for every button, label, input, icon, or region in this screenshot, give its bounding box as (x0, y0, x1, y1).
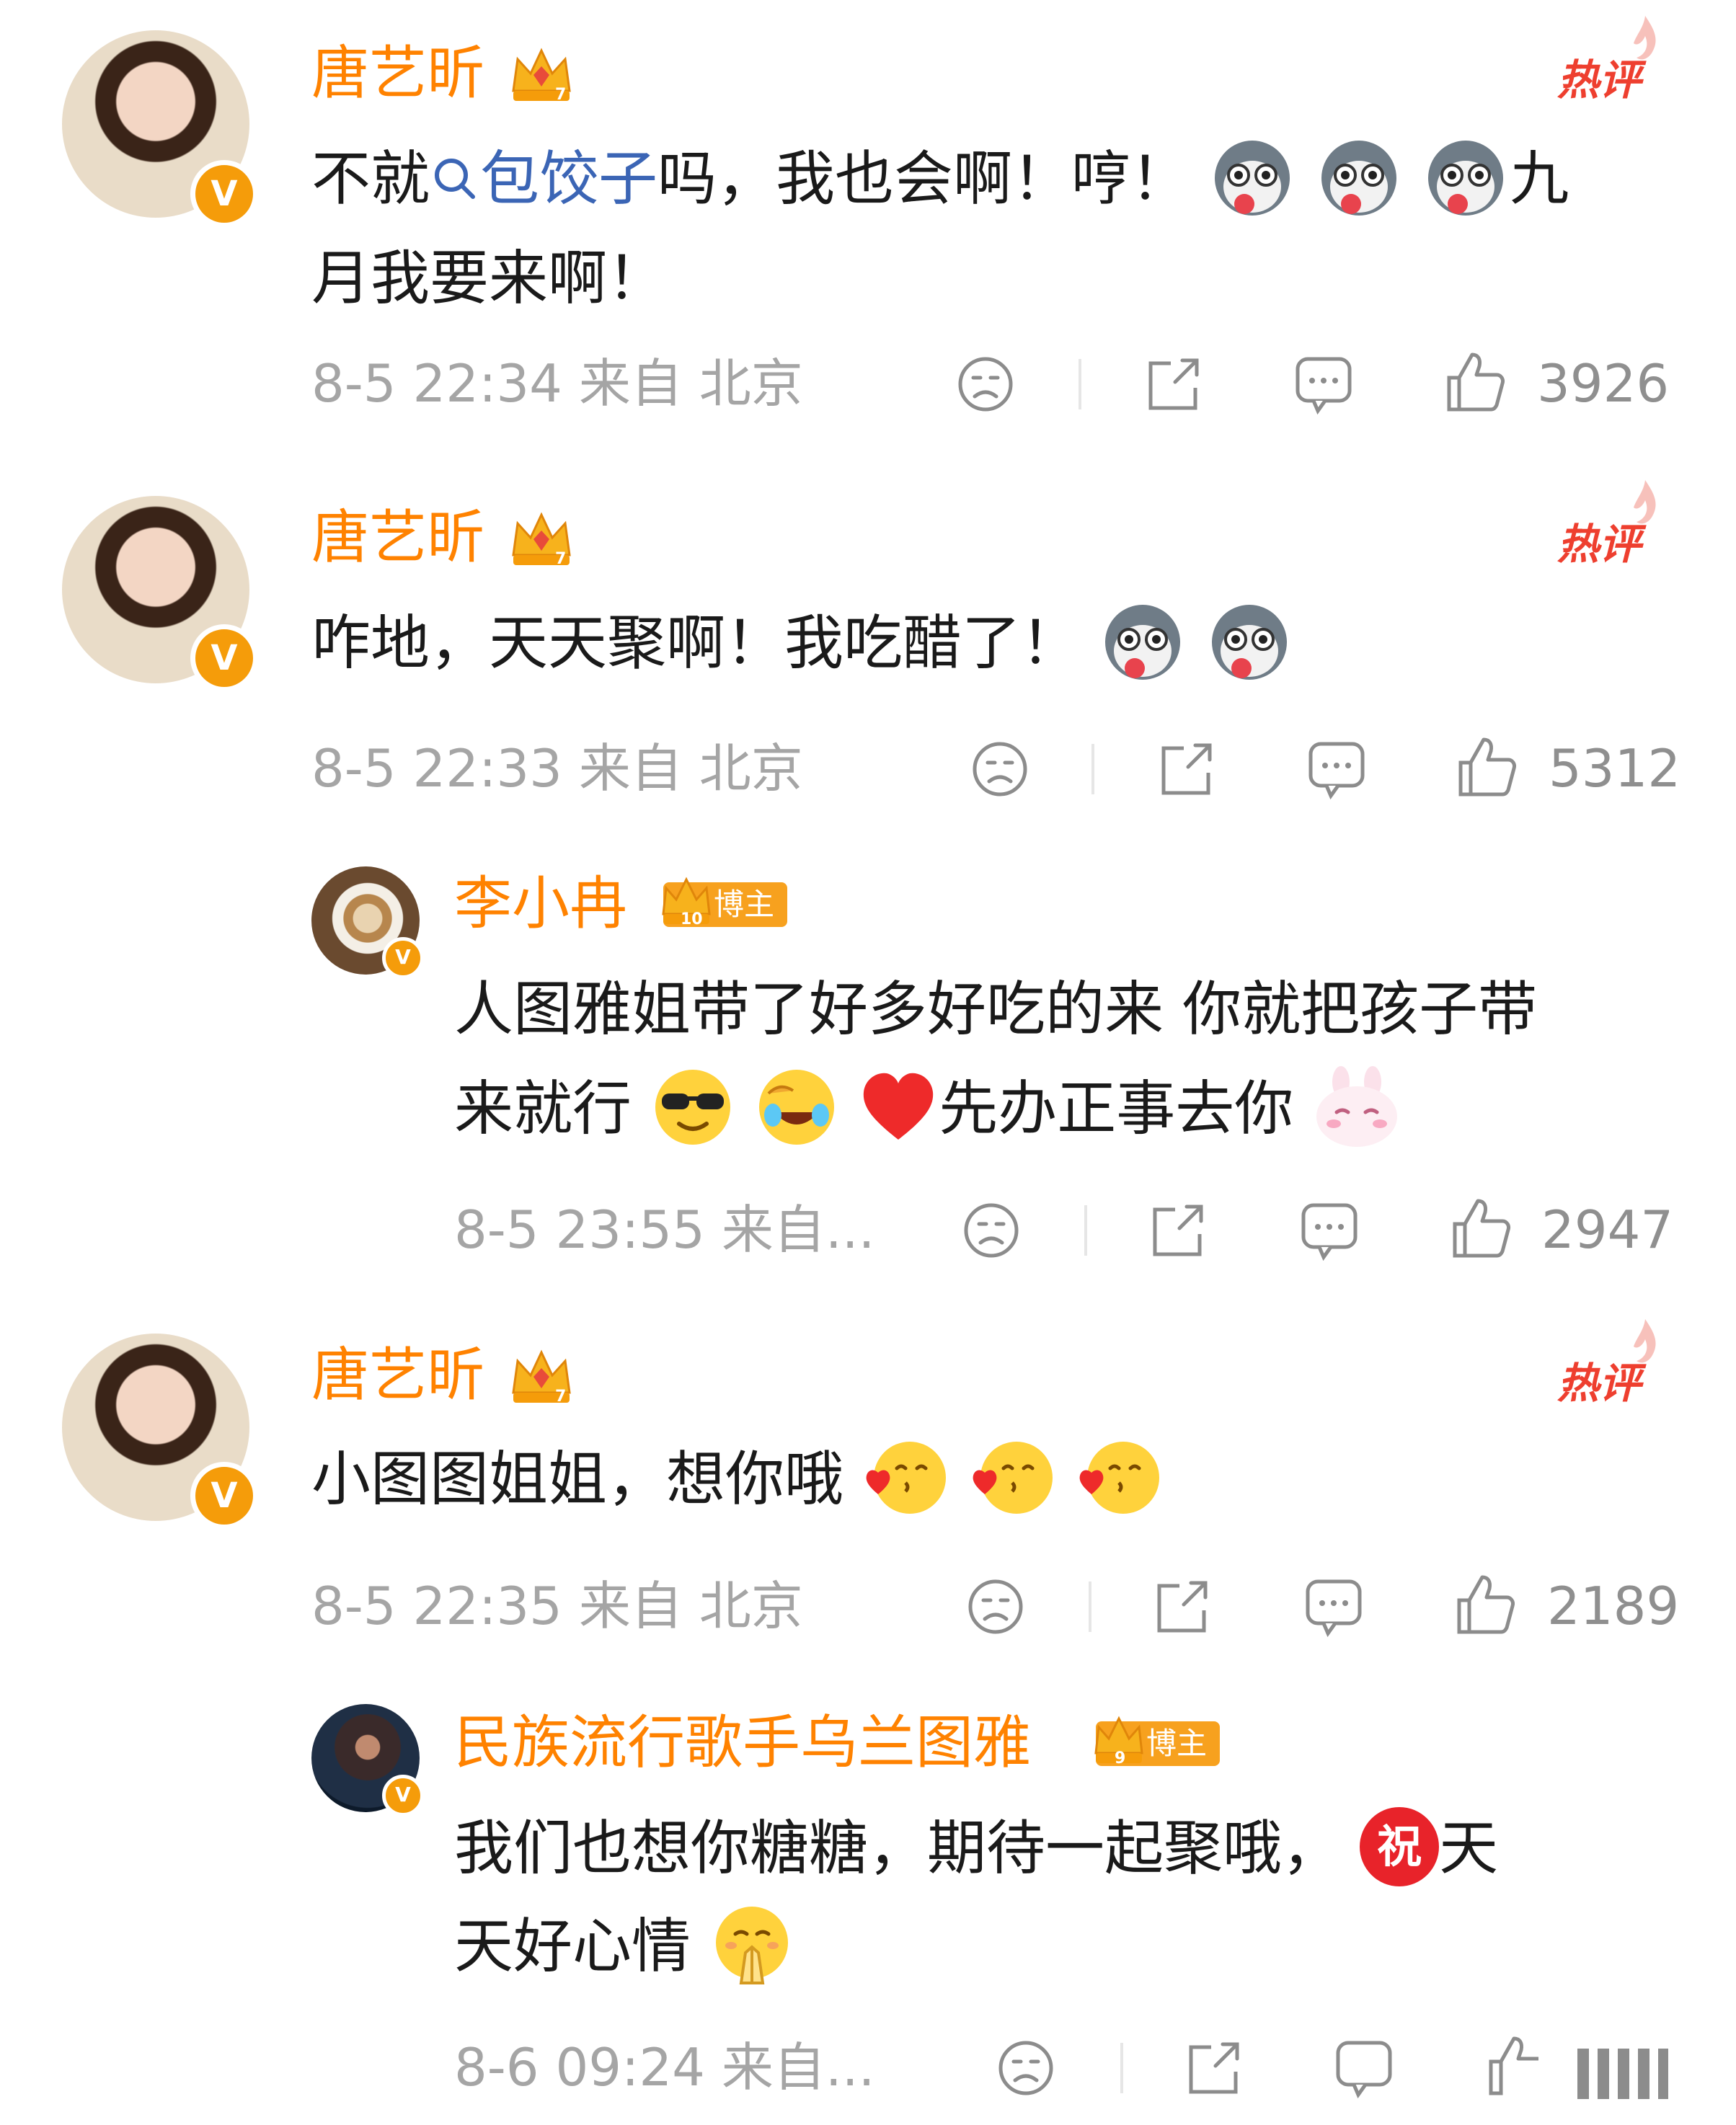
dislike-icon[interactable] (962, 1201, 1021, 1260)
hot-comment-badge: 热评 (1557, 1319, 1656, 1410)
crown-icon: 7 (512, 512, 571, 568)
laugh-cry-emoji-icon (759, 1069, 835, 1145)
verified-badge-icon: V (190, 624, 258, 692)
svg-text:10: 10 (681, 910, 703, 928)
verified-badge-icon: V (190, 160, 258, 228)
pray-emoji-icon (716, 1906, 789, 1984)
divider (1120, 2043, 1123, 2093)
husky-emoji-icon (1105, 604, 1181, 680)
like-count-bars-icon (1577, 2049, 1668, 2099)
comment-text: 小图图姐姐，想你哦 (311, 1430, 1164, 1530)
blogger-badge: 10 博主 (662, 877, 788, 928)
divider (1079, 359, 1081, 409)
svg-text:9: 9 (1115, 1749, 1125, 1767)
comment-icon[interactable] (1303, 1576, 1364, 1638)
reply-text-line2: 天好心情 (454, 1897, 794, 1997)
svg-text:7: 7 (555, 86, 566, 104)
svg-text:7: 7 (555, 1388, 566, 1406)
comment-time-location: 8-5 22:34 来自 北京 (311, 353, 803, 414)
comment-icon[interactable] (1299, 1199, 1360, 1261)
crown-icon: 10 (662, 877, 711, 928)
comment-text: 不就 包饺子吗，我也会啊！哼！ 九 (311, 130, 1569, 229)
reply-text: 我们也想你糖糖，期待一起聚哦， 祝天 (454, 1799, 1498, 1899)
dislike-icon[interactable] (966, 1577, 1025, 1636)
username[interactable]: 唐艺昕 (311, 509, 484, 567)
comment-text-line2: 月我要来啊！ (311, 244, 667, 313)
comment-time-location: 8-5 22:35 来自 北京 (311, 1576, 803, 1636)
username[interactable]: 唐艺昕 (311, 45, 484, 102)
reply-text: 人图雅姐带了好多好吃的来 你就把孩子带 (454, 975, 1538, 1044)
username[interactable]: 唐艺昕 (311, 1347, 484, 1404)
reply-text-line2: 来就行 先办正事去你 (454, 1060, 1401, 1159)
like-icon[interactable] (1453, 1571, 1517, 1638)
flame-icon (1634, 1319, 1656, 1363)
divider (1091, 744, 1094, 794)
dislike-icon[interactable] (956, 355, 1015, 414)
crown-icon: 9 (1094, 1716, 1143, 1767)
divider (1084, 1205, 1087, 1256)
comment-icon[interactable] (1334, 2037, 1394, 2099)
husky-emoji-icon (1212, 604, 1288, 680)
reply-time-location: 8-5 23:55 来自... (454, 1199, 875, 1260)
like-icon[interactable] (1455, 734, 1518, 800)
hot-comment-badge: 热评 (1557, 480, 1656, 571)
kiss-emoji-icon (866, 1441, 947, 1514)
share-icon[interactable] (1143, 355, 1204, 414)
verified-badge-icon: V (382, 937, 424, 979)
flame-icon (1634, 16, 1656, 60)
comment-icon[interactable] (1306, 738, 1367, 800)
share-icon[interactable] (1152, 1577, 1213, 1636)
kiss-emoji-icon (1079, 1441, 1160, 1514)
username[interactable]: 李小冉 (454, 875, 627, 933)
hot-comment-badge: 热评 (1557, 16, 1656, 107)
comment-text: 咋地，天天聚啊！我吃醋了！ (311, 594, 1293, 693)
kiss-emoji-icon (973, 1441, 1053, 1514)
husky-emoji-icon (1215, 140, 1290, 216)
flame-icon (1634, 480, 1656, 524)
comment-time-location: 8-5 22:33 来自 北京 (311, 738, 803, 799)
divider (1089, 1581, 1091, 1632)
wish-emoji-icon: 祝 (1360, 1806, 1440, 1886)
svg-text:7: 7 (555, 550, 566, 568)
cool-sunglasses-emoji-icon (655, 1069, 731, 1145)
topic-link[interactable]: 包饺子 (480, 145, 657, 213)
crown-icon: 7 (512, 48, 571, 104)
like-count: 2189 (1547, 1576, 1680, 1636)
like-count: 2947 (1541, 1199, 1674, 1260)
like-icon[interactable] (1449, 1195, 1513, 1261)
verified-badge-icon: V (382, 1775, 424, 1816)
like-icon[interactable] (1443, 349, 1507, 415)
dislike-icon[interactable] (996, 2039, 1055, 2098)
like-count: 5312 (1549, 738, 1681, 799)
dislike-icon[interactable] (970, 740, 1029, 799)
share-icon[interactable] (1148, 1201, 1208, 1260)
husky-emoji-icon (1428, 140, 1504, 216)
like-count: 3926 (1537, 353, 1670, 414)
heart-icon (864, 1073, 934, 1140)
username[interactable]: 民族流行歌手乌兰图雅 (454, 1714, 1031, 1772)
reply-time-location: 8-6 09:24 来自... (454, 2037, 875, 2098)
comment-icon[interactable] (1293, 353, 1354, 415)
verified-badge-icon: V (190, 1462, 258, 1530)
search-icon (435, 158, 476, 199)
husky-emoji-icon (1321, 140, 1397, 216)
share-icon[interactable] (1184, 2039, 1244, 2098)
crown-icon: 7 (512, 1349, 571, 1406)
like-icon[interactable] (1485, 2033, 1549, 2099)
blogger-badge: 9 博主 (1094, 1716, 1221, 1767)
bunny-emoji-icon (1316, 1065, 1398, 1147)
share-icon[interactable] (1156, 740, 1217, 799)
